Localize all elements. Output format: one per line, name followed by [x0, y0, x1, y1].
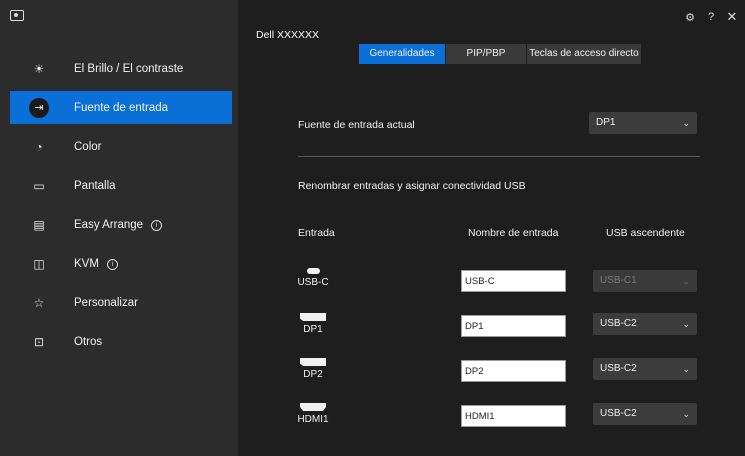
- port-dp2: DP2: [288, 358, 338, 380]
- usb-upstream-value: USB-C1: [600, 275, 637, 286]
- input-source-icon: ⇥: [29, 97, 49, 118]
- sidebar-item-label: El Brillo / El contraste: [74, 62, 184, 75]
- sidebar-item-label: KVM i: [74, 258, 118, 270]
- close-icon[interactable]: ✕: [725, 9, 739, 24]
- chevron-down-icon: ⌄: [682, 118, 690, 128]
- chevron-down-icon: ⌄: [682, 276, 690, 286]
- hdmi-port-icon: [300, 403, 326, 411]
- column-header-input: Entrada: [298, 227, 335, 239]
- port-label: DP1: [303, 324, 323, 335]
- port-label: USB-C: [297, 277, 329, 288]
- sidebar-item-brightness[interactable]: ☀ El Brillo / El contraste: [10, 52, 232, 85]
- sidebar-item-kvm[interactable]: ◫ KVM i: [10, 247, 232, 280]
- palette-icon: ◔: [35, 139, 43, 154]
- sidebar-item-label: Easy Arrange i: [74, 218, 163, 231]
- tab-general[interactable]: Generalidades: [359, 44, 446, 64]
- usb-c-port-icon: [306, 268, 320, 274]
- info-icon[interactable]: i: [106, 258, 118, 270]
- kvm-icon: ◫: [33, 256, 45, 271]
- chevron-down-icon: ⌄: [682, 364, 690, 374]
- sidebar-item-label: Fuente de entrada: [74, 101, 168, 114]
- port-usb-c: USB-C: [288, 268, 338, 288]
- sidebar-item-color[interactable]: ◔ Color: [10, 130, 232, 163]
- input-name-field[interactable]: [461, 405, 566, 427]
- others-icon: ⊡: [33, 334, 45, 349]
- usb-upstream-select: USB-C1 ⌄: [593, 270, 697, 292]
- usb-upstream-select[interactable]: USB-C2 ⌄: [593, 403, 697, 425]
- port-dp1: DP1: [288, 313, 338, 335]
- monitor-icon: ▭: [33, 178, 45, 193]
- sidebar-item-label: Personalizar: [74, 296, 138, 309]
- sidebar: ☀ El Brillo / El contraste ⇥ Fuente de e…: [0, 0, 238, 456]
- usb-upstream-select[interactable]: USB-C2 ⌄: [593, 358, 697, 380]
- column-header-name: Nombre de entrada: [468, 227, 559, 239]
- sidebar-item-personalize[interactable]: ☆ Personalizar: [10, 286, 232, 319]
- main-panel: Dell XXXXXX ⚙ ? ✕ Generalidades PIP/PBP …: [238, 0, 745, 456]
- sidebar-item-easy-arrange[interactable]: ▤ Easy Arrange i: [10, 208, 232, 241]
- sidebar-item-display[interactable]: ▭ Pantalla: [10, 169, 232, 202]
- usb-upstream-value: USB-C2: [600, 363, 637, 374]
- port-hdmi1: HDMI1: [288, 403, 338, 425]
- sidebar-item-label: Otros: [74, 335, 103, 348]
- usb-upstream-value: USB-C2: [600, 318, 637, 329]
- layout-icon: ▤: [33, 217, 45, 232]
- help-icon[interactable]: ?: [704, 10, 718, 24]
- display-manager-window: ☀ El Brillo / El contraste ⇥ Fuente de e…: [0, 0, 745, 456]
- monitor-menu-icon[interactable]: [10, 10, 24, 21]
- tab-pip-pbp[interactable]: PIP/PBP: [446, 44, 527, 64]
- current-input-select[interactable]: DP1 ⌄: [589, 112, 697, 134]
- displayport-icon: [300, 358, 326, 366]
- port-label: HDMI1: [297, 414, 329, 425]
- divider: [298, 156, 700, 157]
- sidebar-item-label: Pantalla: [74, 179, 116, 192]
- column-header-usb: USB ascendente: [606, 227, 685, 239]
- kvm-text: KVM: [74, 257, 99, 270]
- usb-upstream-select[interactable]: USB-C2 ⌄: [593, 313, 697, 335]
- info-icon[interactable]: i: [151, 219, 163, 231]
- sidebar-item-label: Color: [74, 140, 102, 153]
- tab-shortcut-keys[interactable]: Teclas de acceso directo: [527, 44, 642, 64]
- easy-arrange-text: Easy Arrange: [74, 218, 144, 231]
- current-input-label: Fuente de entrada actual: [298, 119, 415, 131]
- chevron-down-icon: ⌄: [682, 319, 690, 329]
- sidebar-item-input-source[interactable]: ⇥ Fuente de entrada: [10, 91, 232, 124]
- sidebar-item-others[interactable]: ⊡ Otros: [10, 325, 232, 358]
- current-input-value: DP1: [596, 117, 616, 128]
- input-name-field[interactable]: [461, 315, 566, 337]
- chevron-down-icon: ⌄: [682, 409, 690, 419]
- usb-upstream-value: USB-C2: [600, 408, 637, 419]
- monitor-model: Dell XXXXXX: [256, 29, 320, 41]
- settings-icon[interactable]: ⚙: [683, 10, 697, 24]
- input-name-field[interactable]: [461, 360, 566, 382]
- rename-section-title: Renombrar entradas y asignar conectivida…: [298, 180, 526, 192]
- port-label: DP2: [303, 369, 323, 380]
- star-icon: ☆: [33, 295, 45, 310]
- tab-bar: Generalidades PIP/PBP Teclas de acceso d…: [359, 44, 642, 64]
- displayport-icon: [300, 313, 326, 321]
- input-name-field[interactable]: [461, 270, 566, 292]
- sun-icon: ☀: [33, 61, 45, 76]
